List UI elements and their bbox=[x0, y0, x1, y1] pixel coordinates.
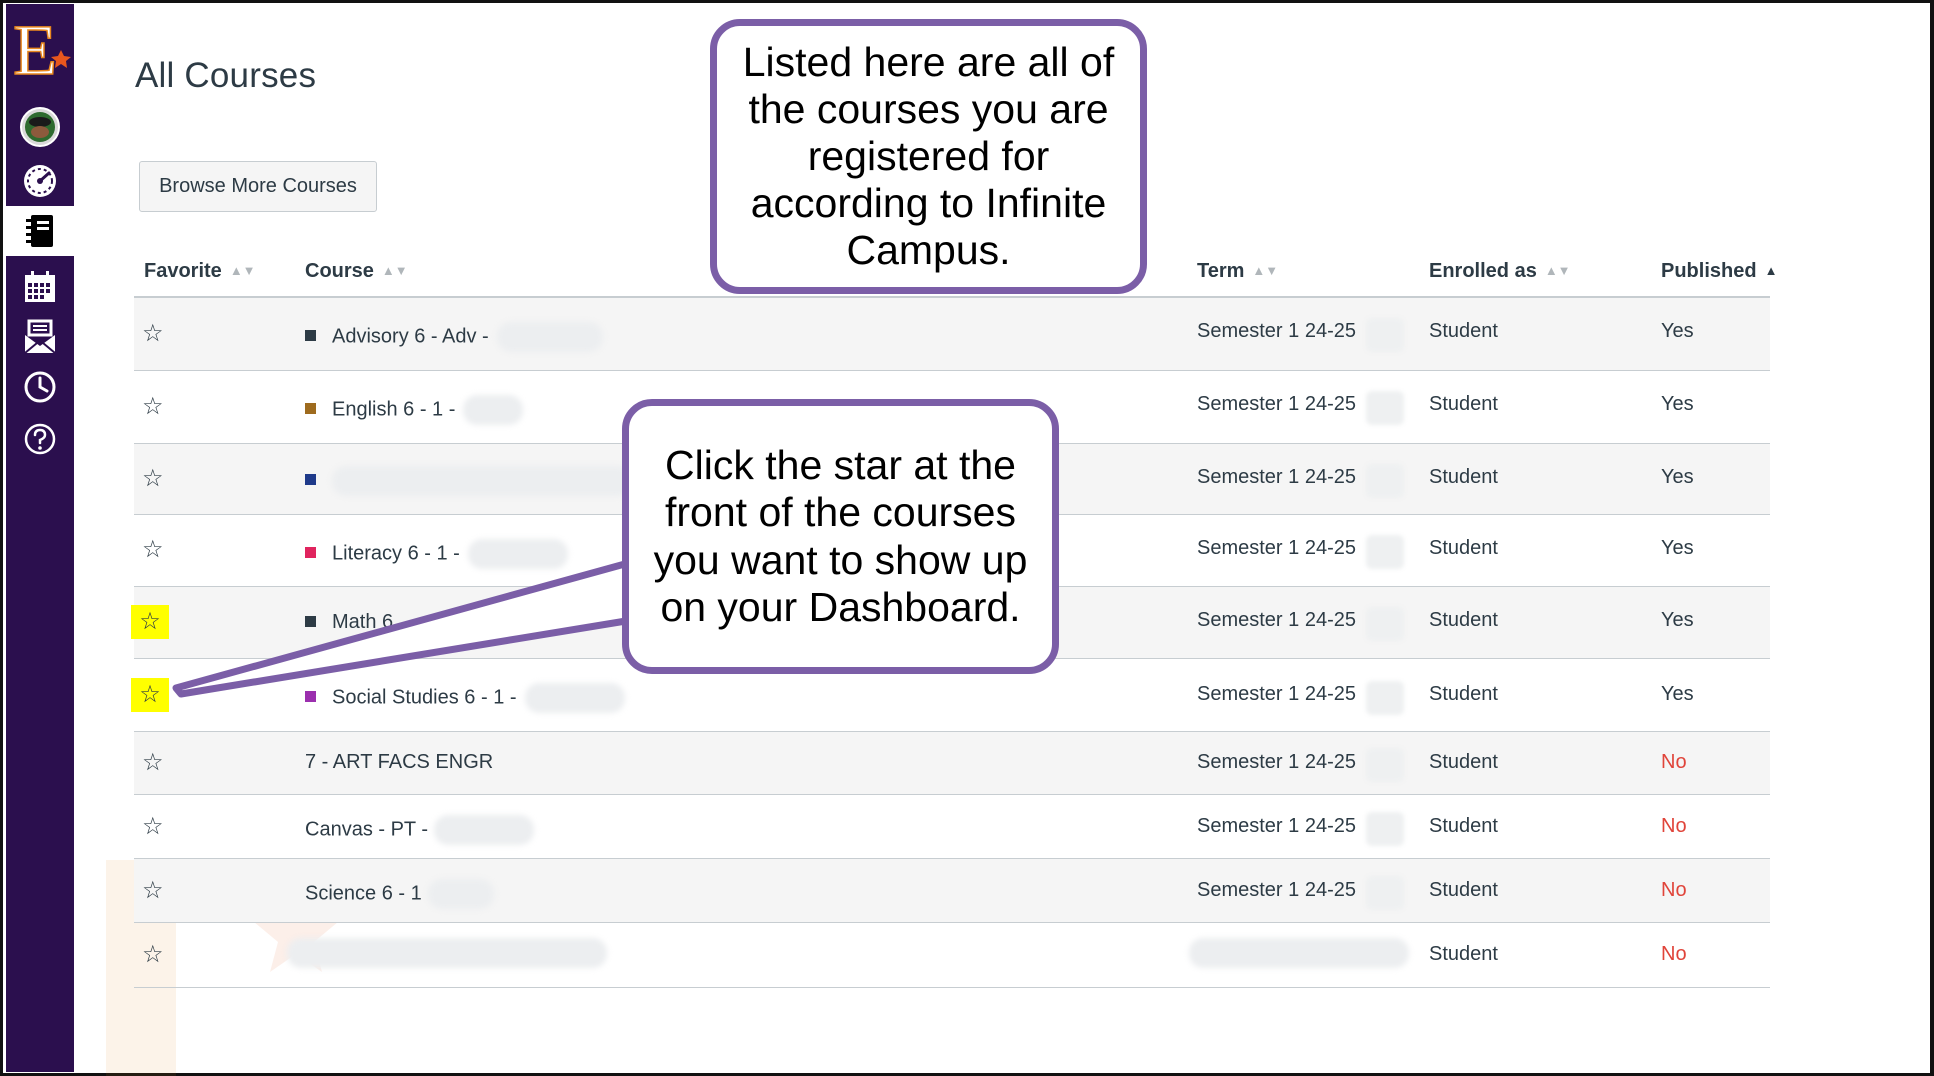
calendar-icon bbox=[25, 271, 55, 302]
favorite-star-icon[interactable]: ☆ bbox=[142, 467, 164, 491]
help-icon bbox=[24, 423, 56, 455]
nav-history[interactable] bbox=[6, 362, 74, 412]
published-cell: Yes bbox=[1661, 320, 1694, 342]
browse-more-courses-button[interactable]: Browse More Courses bbox=[139, 161, 377, 212]
enrolled-as-cell: Student bbox=[1429, 683, 1498, 705]
avatar-icon bbox=[20, 107, 60, 147]
page-title: All Courses bbox=[135, 56, 317, 95]
course-color-swatch bbox=[305, 691, 316, 703]
sort-icon: ▲▼ bbox=[1252, 263, 1279, 278]
term-cell: Semester 1 24-25 bbox=[1197, 683, 1356, 705]
table-row: ☆ Student No bbox=[134, 923, 1770, 988]
published-cell: No bbox=[1661, 815, 1687, 837]
term-cell: Semester 1 24-25 bbox=[1197, 393, 1356, 415]
favorite-star-icon[interactable]: ☆ bbox=[142, 943, 164, 967]
course-color-swatch bbox=[305, 474, 316, 486]
nav-calendar[interactable] bbox=[6, 262, 74, 312]
favorite-star-icon[interactable]: ☆ bbox=[142, 879, 164, 903]
district-logo[interactable]: E E bbox=[9, 9, 73, 91]
favorite-star-icon[interactable]: ☆ bbox=[142, 751, 164, 775]
sort-icon: ▲▼ bbox=[381, 263, 408, 278]
enrolled-as-cell: Student bbox=[1429, 815, 1498, 837]
term-cell bbox=[1189, 938, 1409, 968]
favorite-star-icon[interactable]: ☆ bbox=[142, 395, 164, 419]
enrolled-as-cell: Student bbox=[1429, 609, 1498, 631]
favorite-star-icon[interactable]: ☆ bbox=[142, 322, 164, 346]
term-cell: Semester 1 24-25 bbox=[1197, 320, 1356, 342]
course-link[interactable]: Social Studies 6 - 1 - bbox=[305, 683, 625, 713]
column-header-enrolled-as[interactable]: Enrolled as ▲▼ bbox=[1429, 260, 1571, 283]
enrolled-as-cell: Student bbox=[1429, 466, 1498, 488]
term-cell: Semester 1 24-25 bbox=[1197, 609, 1356, 631]
published-cell: Yes bbox=[1661, 609, 1694, 631]
course-link[interactable]: Math 6 bbox=[305, 611, 393, 634]
courses-book-icon bbox=[26, 215, 53, 247]
enrolled-as-cell: Student bbox=[1429, 751, 1498, 773]
nav-inbox[interactable] bbox=[6, 312, 74, 362]
favorite-star-icon[interactable]: ☆ bbox=[142, 815, 164, 839]
nav-account[interactable] bbox=[6, 102, 74, 152]
course-link[interactable] bbox=[305, 466, 632, 496]
clock-icon bbox=[24, 371, 56, 403]
table-row: ☆ Advisory 6 - Adv - Semester 1 24-25 St… bbox=[134, 298, 1770, 371]
table-row: ☆ 7 - ART FACS ENGR Semester 1 24-25 Stu… bbox=[134, 732, 1770, 795]
table-row: ☆ Science 6 - 1 Semester 1 24-25 Student… bbox=[134, 859, 1770, 923]
dashboard-gauge-icon bbox=[24, 165, 56, 197]
published-cell: Yes bbox=[1661, 393, 1694, 415]
favorite-star-icon[interactable]: ☆ bbox=[131, 678, 169, 712]
term-cell: Semester 1 24-25 bbox=[1197, 466, 1356, 488]
column-header-term[interactable]: Term ▲▼ bbox=[1197, 260, 1278, 283]
published-cell: Yes bbox=[1661, 466, 1694, 488]
course-link[interactable]: English 6 - 1 - bbox=[305, 395, 524, 425]
table-row: ☆ Canvas - PT - Semester 1 24-25 Student… bbox=[134, 795, 1770, 859]
published-cell: Yes bbox=[1661, 683, 1694, 705]
callout-registered-courses: Listed here are all of the courses you a… bbox=[710, 19, 1147, 294]
course-color-swatch bbox=[305, 616, 316, 627]
nav-dashboard[interactable] bbox=[6, 156, 74, 206]
favorite-star-icon[interactable]: ☆ bbox=[142, 538, 164, 562]
nav-help[interactable] bbox=[6, 414, 74, 464]
column-header-favorite[interactable]: Favorite ▲▼ bbox=[144, 260, 256, 283]
enrolled-as-cell: Student bbox=[1429, 943, 1498, 965]
column-header-published[interactable]: Published ▲ bbox=[1661, 260, 1777, 283]
svg-text:E: E bbox=[13, 10, 57, 84]
course-color-swatch bbox=[305, 403, 316, 415]
term-cell: Semester 1 24-25 bbox=[1197, 879, 1356, 901]
sort-icon: ▲▼ bbox=[229, 263, 256, 278]
course-link[interactable]: Advisory 6 - Adv - bbox=[305, 322, 603, 352]
enrolled-as-cell: Student bbox=[1429, 320, 1498, 342]
course-name: Canvas - PT - bbox=[305, 815, 534, 845]
callout-favorite-instruction: Click the star at the front of the cours… bbox=[622, 399, 1059, 674]
course-color-swatch bbox=[305, 330, 316, 342]
published-cell: No bbox=[1661, 879, 1687, 901]
published-cell: No bbox=[1661, 943, 1687, 965]
sort-icon: ▲▼ bbox=[1544, 263, 1571, 278]
term-cell: Semester 1 24-25 bbox=[1197, 537, 1356, 559]
course-name: 7 - ART FACS ENGR bbox=[305, 751, 494, 773]
published-cell: Yes bbox=[1661, 537, 1694, 559]
inbox-icon bbox=[24, 319, 56, 354]
global-nav-sidebar: E E bbox=[6, 4, 74, 1072]
enrolled-as-cell: Student bbox=[1429, 879, 1498, 901]
course-name: Science 6 - 1 bbox=[305, 879, 494, 909]
term-cell: Semester 1 24-25 bbox=[1197, 815, 1356, 837]
enrolled-as-cell: Student bbox=[1429, 393, 1498, 415]
term-cell: Semester 1 24-25 bbox=[1197, 751, 1356, 773]
published-cell: No bbox=[1661, 751, 1687, 773]
course-link[interactable]: Literacy 6 - 1 - bbox=[305, 539, 568, 569]
column-header-course[interactable]: Course ▲▼ bbox=[305, 260, 408, 283]
sort-ascending-icon: ▲ bbox=[1764, 263, 1778, 278]
favorite-star-icon[interactable]: ☆ bbox=[131, 605, 169, 639]
course-name bbox=[287, 938, 607, 968]
course-color-swatch bbox=[305, 547, 316, 559]
enrolled-as-cell: Student bbox=[1429, 537, 1498, 559]
nav-courses[interactable] bbox=[6, 206, 74, 256]
